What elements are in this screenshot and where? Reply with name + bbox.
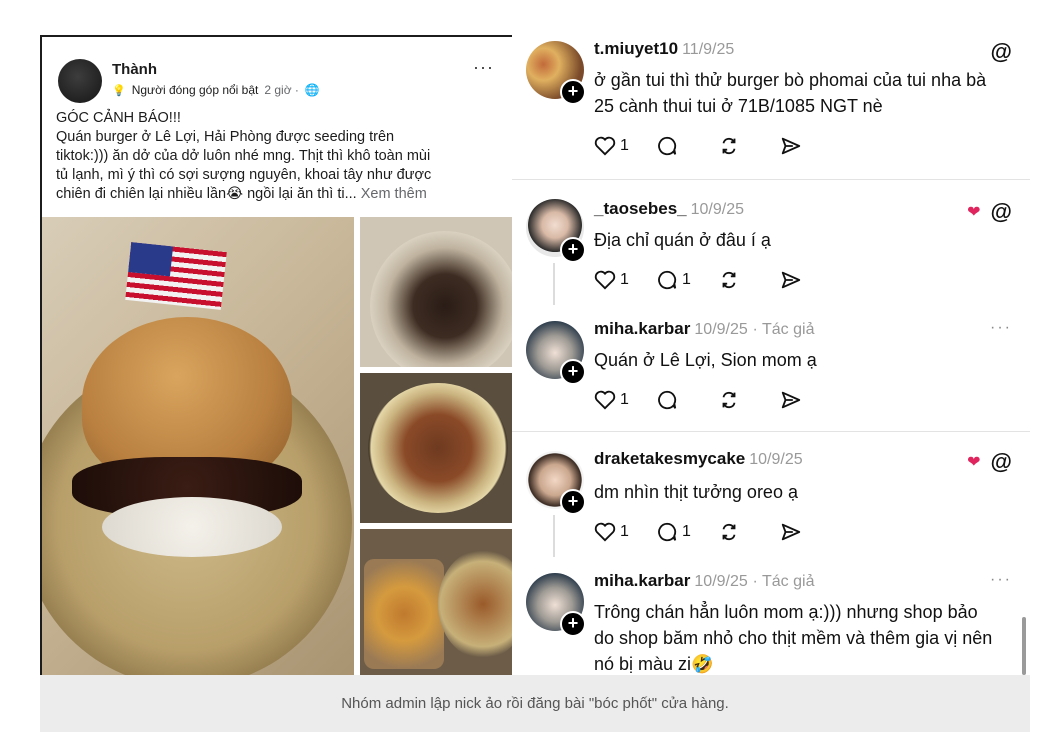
threads-icon[interactable]: @ xyxy=(991,39,1012,65)
reply-count: 1 xyxy=(682,271,691,288)
follow-plus-icon[interactable]: + xyxy=(560,489,586,515)
screenshot-figure: Thành 💡 Người đóng góp nổi bật 2 giờ · 🌐… xyxy=(40,35,1030,675)
share-button[interactable] xyxy=(780,269,842,291)
burger-photo[interactable] xyxy=(42,217,354,675)
scrollbar[interactable] xyxy=(1022,617,1026,675)
heart-avatar-badge-icon: ❤ xyxy=(967,204,981,221)
comment-date: 10/9/25 xyxy=(749,451,803,468)
post-text: GÓC CẢNH BÁO!!! Quán burger ở Lê Lợi, Hả… xyxy=(56,109,508,204)
comment-date: 11/9/25 xyxy=(682,41,735,58)
like-count: 1 xyxy=(620,271,629,288)
reply-button[interactable] xyxy=(656,135,718,157)
username[interactable]: miha.karbar xyxy=(594,571,690,590)
like-button[interactable]: 1 xyxy=(594,270,656,290)
like-count: 1 xyxy=(620,137,629,154)
comment-username[interactable]: miha.karbar 10/9/25 · Tác giả xyxy=(594,571,814,591)
comment-text: dm nhìn thịt tưởng oreo ạ xyxy=(594,482,798,502)
post-line: tủ lạnh, mì ý thì có sợi sượng nguyên, k… xyxy=(56,167,432,183)
globe-icon: 🌐 xyxy=(304,83,320,97)
divider xyxy=(512,179,1030,180)
post-line: GÓC CẢNH BÁO!!! xyxy=(56,110,181,126)
username[interactable]: t.miuyet10 xyxy=(594,39,678,58)
more-options-icon[interactable]: ··· xyxy=(990,571,1012,589)
like-button[interactable]: 1 xyxy=(594,136,656,156)
fries-photo[interactable] xyxy=(360,529,512,675)
username[interactable]: draketakesmycake xyxy=(594,449,745,468)
divider xyxy=(512,431,1030,432)
heart-avatar-badge-icon: ❤ xyxy=(967,454,981,471)
follow-plus-icon[interactable]: + xyxy=(560,79,586,105)
share-button[interactable] xyxy=(780,389,842,411)
author-tag: · Tác giả xyxy=(752,573,815,590)
contributor-badge: Người đóng góp nổi bật xyxy=(131,83,259,97)
like-count: 1 xyxy=(620,523,629,540)
like-button[interactable]: 1 xyxy=(594,522,656,542)
thread-line xyxy=(553,263,555,305)
more-options-icon[interactable]: ··· xyxy=(990,319,1012,337)
comment-username[interactable]: draketakesmycake 10/9/25 xyxy=(594,449,803,469)
facebook-post: Thành 💡 Người đóng góp nổi bật 2 giờ · 🌐… xyxy=(40,35,512,675)
share-button[interactable] xyxy=(780,521,842,543)
comment-text: Quán ở Lê Lợi, Sion mom ạ xyxy=(594,350,817,370)
post-line: Quán burger ở Lê Lợi, Hải Phòng được see… xyxy=(56,129,395,145)
username[interactable]: miha.karbar xyxy=(594,319,690,338)
fried-egg xyxy=(102,497,282,557)
reply-button[interactable] xyxy=(656,389,718,411)
american-flag xyxy=(125,242,227,310)
comment-username[interactable]: t.miuyet10 11/9/25 xyxy=(594,39,734,59)
reply-button[interactable]: 1 xyxy=(656,521,718,543)
reply-button[interactable]: 1 xyxy=(656,269,718,291)
threads-icon[interactable]: @ xyxy=(991,449,1012,475)
comment-actions: 1 1 xyxy=(594,521,842,543)
post-meta: 💡 Người đóng góp nổi bật 2 giờ · 🌐 xyxy=(112,83,320,97)
comment-header-icons: @ xyxy=(991,39,1012,65)
post-line-end: chiên đi chiên lại nhiều lần😭 ngồi lại ă… xyxy=(56,186,357,202)
comment-date: 10/9/25 xyxy=(690,201,745,218)
comment-header-icons: ❤ @ xyxy=(967,199,1012,225)
avatar[interactable] xyxy=(58,59,102,103)
comment-username[interactable]: _taosebes_ 10/9/25 xyxy=(594,199,744,219)
more-options-icon[interactable]: ··· xyxy=(473,57,494,78)
follow-plus-icon[interactable]: + xyxy=(560,237,586,263)
thread-line xyxy=(553,515,555,557)
threads-icon[interactable]: @ xyxy=(991,199,1012,225)
dish-photo[interactable] xyxy=(360,217,512,367)
comment-actions: 1 1 xyxy=(594,269,842,291)
image-caption: Nhóm admin lập nick ảo rồi đăng bài "bóc… xyxy=(40,675,1030,732)
threads-comments: + t.miuyet10 11/9/25 @ ở gần tui thì thử … xyxy=(512,35,1030,675)
author-tag: · Tác giả xyxy=(752,321,815,338)
repost-button[interactable] xyxy=(718,269,780,291)
comment-actions: 1 xyxy=(594,135,842,157)
reply-count: 1 xyxy=(682,523,691,540)
like-count: 1 xyxy=(620,391,629,408)
badge-icon: 💡 xyxy=(112,84,126,97)
like-button[interactable]: 1 xyxy=(594,390,656,410)
comment-date: 10/9/25 xyxy=(694,321,748,338)
see-more-link[interactable]: Xem thêm xyxy=(361,186,427,202)
post-author[interactable]: Thành xyxy=(112,61,157,78)
post-line: tiktok:))) ăn dở của dở luôn nhé mng. Th… xyxy=(56,148,431,164)
repost-button[interactable] xyxy=(718,389,780,411)
repost-button[interactable] xyxy=(718,521,780,543)
post-time[interactable]: 2 giờ · xyxy=(264,83,299,97)
comment-actions: 1 xyxy=(594,389,842,411)
comment-username[interactable]: miha.karbar 10/9/25 · Tác giả xyxy=(594,319,814,339)
repost-button[interactable] xyxy=(718,135,780,157)
comment-text: ở gần tui thì thử burger bò phomai của t… xyxy=(594,70,987,116)
share-button[interactable] xyxy=(780,135,842,157)
username[interactable]: _taosebes_ xyxy=(594,199,687,218)
comment-date: 10/9/25 xyxy=(694,573,748,590)
comment-header-icons: ❤ @ xyxy=(967,449,1012,475)
post-line: chiên đi chiên lại nhiều lần😭 ngồi lại ă… xyxy=(56,185,508,204)
follow-plus-icon[interactable]: + xyxy=(560,611,586,637)
spaghetti-photo[interactable] xyxy=(360,373,512,523)
follow-plus-icon[interactable]: + xyxy=(560,359,586,385)
comment-text: Địa chỉ quán ở đâu í ạ xyxy=(594,230,771,250)
comment-text: Trông chán hẳn luôn mom ạ:))) nhưng shop… xyxy=(594,602,993,674)
